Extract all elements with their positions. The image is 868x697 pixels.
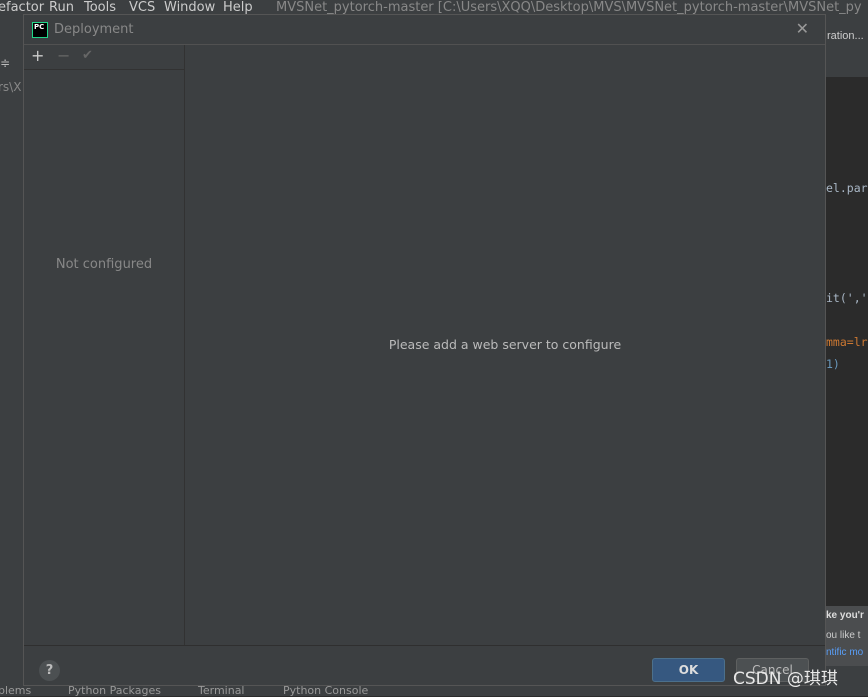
path-fragment: rs\X bbox=[0, 80, 22, 94]
empty-message: Please add a web server to configure bbox=[388, 337, 622, 352]
server-list-toolbar: + − ✔ bbox=[24, 45, 184, 70]
menubar: efactor Run Tools VCS Window Help MVSNet… bbox=[0, 0, 868, 30]
pycharm-logo-icon: PC bbox=[32, 22, 48, 38]
run-config[interactable]: ration... bbox=[827, 30, 868, 42]
menu-run[interactable]: Run bbox=[49, 0, 74, 15]
server-list-panel: + − ✔ Not configured bbox=[24, 45, 185, 645]
watermark: CSDN @琪琪 bbox=[733, 669, 838, 689]
notification-text: ou like t bbox=[826, 630, 861, 641]
menu-tools[interactable]: Tools bbox=[84, 0, 116, 15]
ok-button[interactable]: OK bbox=[652, 658, 725, 682]
dialog-title-bar[interactable]: PC Deployment ✕ bbox=[24, 15, 825, 45]
close-icon[interactable]: ✕ bbox=[796, 19, 809, 38]
deployment-dialog: PC Deployment ✕ + − ✔ Not configured Ple… bbox=[23, 14, 826, 686]
menu-window[interactable]: Window bbox=[164, 0, 215, 15]
not-configured-label: Not configured bbox=[55, 257, 153, 272]
menu-help[interactable]: Help bbox=[223, 0, 253, 15]
code-line: el.par bbox=[826, 181, 868, 195]
collapse-icon[interactable]: ≑ bbox=[0, 56, 10, 70]
help-button[interactable]: ? bbox=[39, 660, 60, 681]
code-line: 1) bbox=[826, 357, 840, 371]
menu-refactor[interactable]: efactor bbox=[0, 0, 44, 15]
notification: ke you'r ou like t ntific mo bbox=[820, 606, 868, 666]
remove-icon[interactable]: − bbox=[57, 46, 70, 65]
code-line: mma=lr bbox=[826, 335, 868, 349]
add-icon[interactable]: + bbox=[31, 46, 44, 65]
code-editor[interactable]: el.par it(',' mma=lr 1) bbox=[824, 77, 868, 607]
notification-title: ke you'r bbox=[826, 610, 864, 621]
dialog-title: Deployment bbox=[54, 22, 134, 37]
code-line: it(',' bbox=[826, 291, 868, 305]
dialog-footer: ? OK Cancel bbox=[24, 645, 825, 686]
check-icon[interactable]: ✔ bbox=[82, 48, 93, 63]
notification-link[interactable]: ntific mo bbox=[826, 647, 868, 658]
menu-vcs[interactable]: VCS bbox=[129, 0, 155, 15]
